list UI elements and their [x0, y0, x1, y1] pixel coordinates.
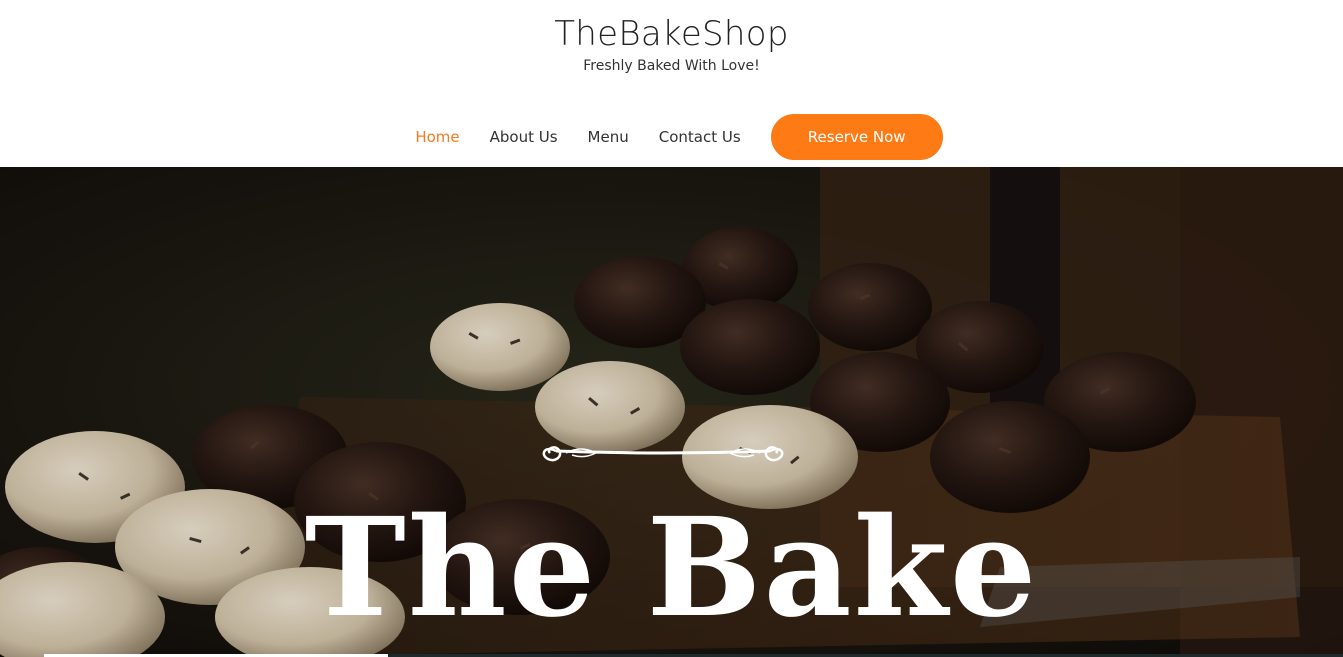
brand: TheBakeShop Freshly Baked With Love! [0, 12, 1343, 74]
site-header: TheBakeShop Freshly Baked With Love! Hom… [0, 0, 1343, 167]
site-tagline: Freshly Baked With Love! [583, 58, 760, 74]
hero-banner: The Bake [0, 167, 1343, 657]
nav-about-us[interactable]: About Us [490, 128, 558, 146]
hero-title: The Bake [304, 488, 1039, 648]
scroll-flourish-icon [542, 446, 784, 462]
main-nav: Home About Us Menu Contact Us Reserve No… [0, 114, 1343, 160]
nav-home[interactable]: Home [415, 128, 459, 146]
nav-menu[interactable]: Menu [588, 128, 629, 146]
nav-contact-us[interactable]: Contact Us [659, 128, 741, 146]
reserve-now-button[interactable]: Reserve Now [770, 114, 943, 160]
site-title[interactable]: TheBakeShop [0, 12, 1343, 56]
